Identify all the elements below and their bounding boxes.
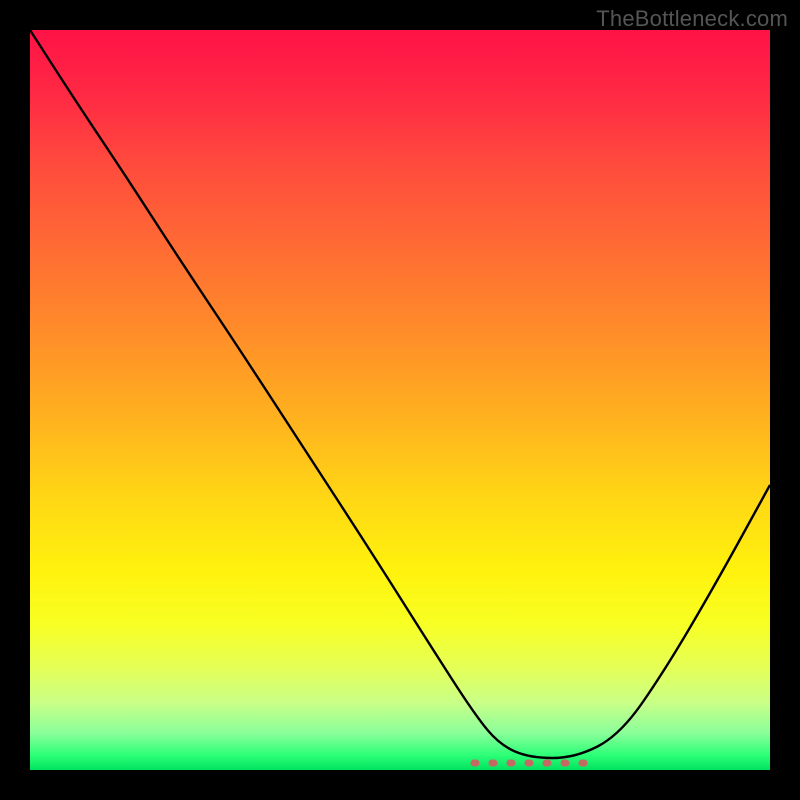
watermark-text: TheBottleneck.com: [596, 6, 788, 32]
chart-frame: TheBottleneck.com: [0, 0, 800, 800]
curve-layer: [30, 30, 770, 770]
plot-area: [30, 30, 770, 770]
bottleneck-curve: [30, 30, 770, 758]
